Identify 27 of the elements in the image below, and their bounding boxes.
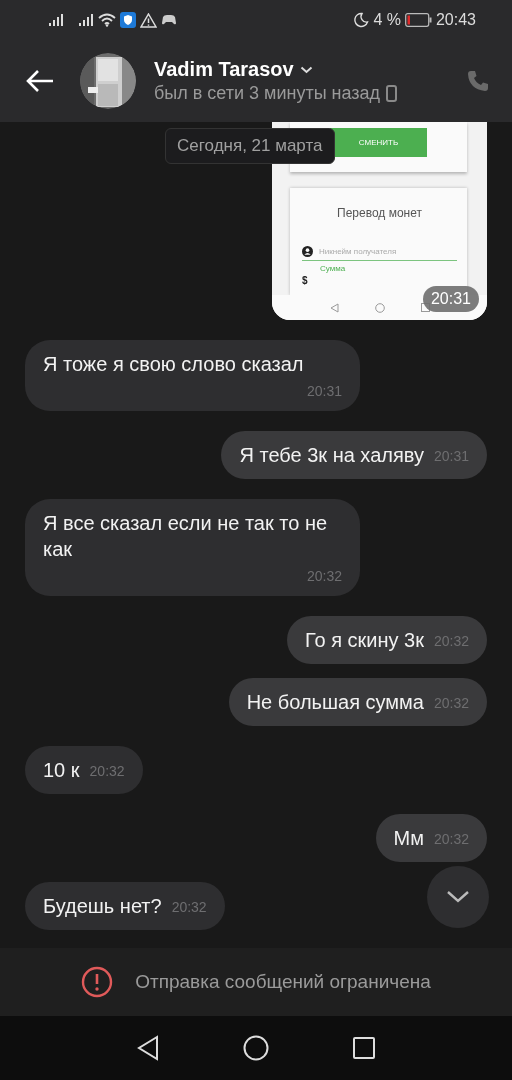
message-text: Я тоже я свою слово сказал xyxy=(43,352,304,377)
message-bubble[interactable]: Я тоже я свою слово сказал 20:31 xyxy=(25,340,360,411)
message-text: Мм xyxy=(393,826,424,851)
message-bubble[interactable]: Я все сказал если не так то не как 20:32 xyxy=(25,499,360,596)
message-text: Го я скину 3к xyxy=(305,628,424,653)
message-text: Я тебе 3к на халяву xyxy=(239,443,424,468)
last-seen-status: был в сети 3 минуты назад xyxy=(154,83,381,104)
currency-sign: $ xyxy=(302,275,309,286)
message-bubble[interactable]: Будешь нет? 20:32 xyxy=(25,882,225,930)
recipient-field: Никнейм получателя xyxy=(302,246,457,261)
change-button: СМЕНИТЬ xyxy=(330,128,427,157)
message-time: 20:32 xyxy=(306,568,342,585)
date-chip: Сегодня, 21 марта xyxy=(165,128,335,164)
message-text: 10 к xyxy=(43,758,80,783)
message-time: 20:31 xyxy=(306,383,342,400)
message-time: 20:32 xyxy=(171,899,207,916)
card-title: Перевод монет xyxy=(336,206,423,220)
battery-percent: 4 % xyxy=(373,11,401,29)
message-bubble[interactable]: 10 к 20:32 xyxy=(25,746,143,794)
message-text: Будешь нет? xyxy=(43,894,162,919)
field-label: Сумма xyxy=(320,264,347,273)
clock: 20:43 xyxy=(435,11,476,29)
restriction-notice: Отправка сообщений ограничена xyxy=(135,971,431,993)
message-text: Не большая сумма xyxy=(246,690,424,715)
contact-name[interactable]: Vadim Tarasov xyxy=(154,58,294,81)
message-text: Я все сказал если не так то не как xyxy=(43,511,329,562)
message-time: 20:32 xyxy=(89,763,125,780)
